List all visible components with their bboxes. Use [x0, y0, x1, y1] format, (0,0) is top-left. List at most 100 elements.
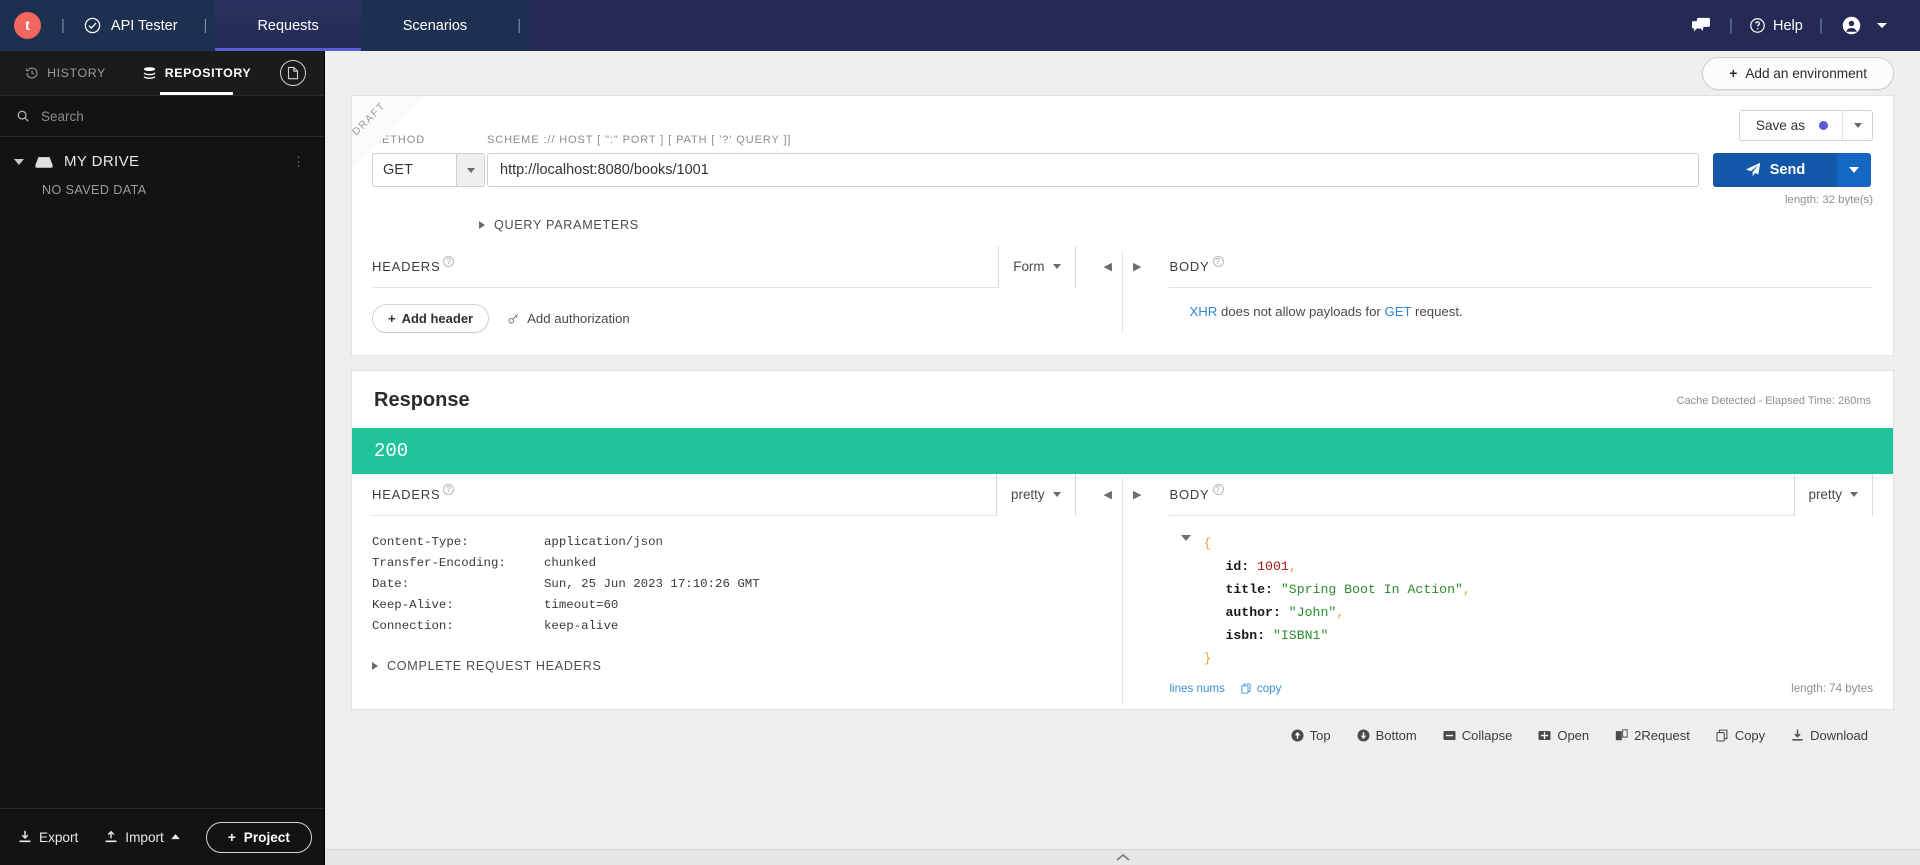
help-tooltip-icon[interactable]: ? — [443, 484, 455, 495]
open-all-button[interactable]: Open — [1538, 728, 1589, 743]
plus-square-icon — [1538, 729, 1551, 742]
json-value: "ISBN1" — [1272, 628, 1329, 643]
get-method-link[interactable]: GET — [1384, 304, 1411, 319]
sidebar-tab-repository-label: REPOSITORY — [164, 66, 252, 80]
collapse-right-icon[interactable]: ▶ — [1123, 260, 1151, 273]
send-button[interactable]: Send — [1713, 153, 1871, 187]
response-body-format-select[interactable]: pretty — [1793, 473, 1873, 516]
arrow-up-circle-icon — [1291, 729, 1304, 742]
drive-icon — [35, 155, 53, 169]
main-content: + Add an environment DRAFT Save as METHO… — [325, 51, 1920, 865]
tab-scenarios[interactable]: Scenarios — [360, 0, 510, 51]
chat-bubbles-icon[interactable] — [1675, 0, 1727, 51]
lines-nums-button[interactable]: lines nums — [1169, 682, 1224, 695]
sidebar-tab-document[interactable] — [262, 51, 324, 95]
xhr-link[interactable]: XHR — [1189, 304, 1217, 319]
help-tooltip-icon[interactable]: ? — [1212, 256, 1224, 267]
add-header-button[interactable]: + Add header — [372, 304, 490, 333]
xhr-note-suffix: request. — [1411, 304, 1463, 319]
tab-requests[interactable]: Requests — [215, 0, 361, 51]
add-environment-button[interactable]: + Add an environment — [1702, 56, 1894, 90]
no-saved-data-label: NO SAVED DATA — [42, 183, 147, 197]
upload-icon — [104, 830, 118, 844]
json-value: "John" — [1288, 605, 1337, 620]
collapse-right-icon[interactable]: ▶ — [1123, 488, 1151, 501]
nav-divider-2: | — [1818, 16, 1823, 34]
table-row: Date: Sun, 25 Jun 2023 17:10:26 GMT — [372, 574, 1076, 595]
search-input[interactable] — [41, 108, 308, 124]
send-label: Send — [1769, 162, 1806, 178]
drive-more-options-icon[interactable]: ⋮ — [292, 154, 306, 170]
response-status-code: 200 — [374, 440, 409, 462]
json-key: id: — [1225, 559, 1250, 574]
account-chevron-down-icon[interactable] — [1870, 0, 1894, 51]
header-key: Transfer-Encoding: — [372, 556, 506, 570]
arrow-down-circle-icon — [1357, 729, 1370, 742]
request-body-title-group: BODY ? — [1169, 256, 1224, 274]
export-button[interactable]: Export — [18, 830, 78, 845]
download-response-button[interactable]: Download — [1791, 728, 1868, 743]
send-button-main[interactable]: Send — [1713, 153, 1837, 187]
save-as-dropdown-toggle[interactable] — [1842, 111, 1872, 140]
method-dropdown-arrow[interactable] — [456, 154, 484, 186]
paper-plane-icon — [1745, 162, 1761, 178]
url-hint-label: SCHEME :// HOST [ ":" PORT ] [ PATH [ '?… — [487, 134, 792, 146]
url-length-note: length: 32 byte(s) — [1784, 194, 1873, 206]
complete-request-headers-toggle[interactable]: COMPLETE REQUEST HEADERS — [372, 637, 1076, 689]
help-button[interactable]: Help — [1735, 17, 1817, 34]
import-label: Import — [125, 829, 164, 845]
sidebar-tab-history[interactable]: HISTORY — [0, 51, 131, 95]
to-request-button[interactable]: 2Request — [1615, 728, 1690, 743]
caret-up-icon — [171, 834, 180, 840]
database-stack-icon — [142, 66, 157, 81]
request-body-title: BODY — [1169, 259, 1210, 274]
collapse-all-button[interactable]: Collapse — [1443, 728, 1512, 743]
tab-requests-label: Requests — [257, 17, 319, 34]
user-avatar-icon[interactable] — [1825, 0, 1870, 51]
response-headers-format-value: pretty — [1011, 487, 1045, 502]
json-collapse-toggle[interactable] — [1181, 535, 1192, 541]
sidebar-item-my-drive[interactable]: MY DRIVE ⋮ — [0, 137, 324, 170]
scroll-bottom-button[interactable]: Bottom — [1357, 728, 1417, 743]
add-authorization-button[interactable]: Add authorization — [507, 311, 630, 326]
import-button[interactable]: Import — [104, 830, 180, 845]
help-tooltip-icon[interactable]: ? — [1212, 484, 1224, 495]
check-circle-icon — [83, 16, 102, 35]
json-key: title: — [1225, 582, 1273, 597]
query-parameters-toggle[interactable]: QUERY PARAMETERS — [352, 206, 1893, 232]
scroll-top-button[interactable]: Top — [1291, 728, 1331, 743]
bottom-collapse-strip[interactable] — [325, 849, 1920, 865]
logo-letter: t — [14, 12, 41, 39]
request-headers-panel-head: HEADERS ? Form — [372, 245, 1076, 288]
header-key: Connection: — [372, 619, 454, 633]
response-panels-row: HEADERS ? pretty Content-Type: applicati… — [352, 473, 1893, 709]
copy-body-button[interactable]: copy — [1241, 682, 1281, 695]
brand-api-tester[interactable]: API Tester — [68, 0, 196, 51]
new-project-button[interactable]: + Project — [205, 821, 312, 853]
response-headers-format-select[interactable]: pretty — [996, 473, 1076, 516]
save-as-button[interactable]: Save as — [1738, 110, 1873, 141]
request-headers-format-value: Form — [1013, 259, 1045, 274]
help-tooltip-icon[interactable]: ? — [443, 256, 455, 267]
response-headers-table: Content-Type: application/json Transfer-… — [372, 516, 1076, 637]
copy-response-button[interactable]: Copy — [1716, 728, 1765, 743]
send-dropdown-toggle[interactable] — [1837, 153, 1871, 187]
collapse-left-icon[interactable]: ◀ — [1094, 488, 1122, 501]
collapse-left-icon[interactable]: ◀ — [1094, 260, 1122, 273]
chevron-down-icon — [1052, 492, 1061, 497]
request-headers-format-select[interactable]: Form — [998, 245, 1076, 288]
method-value: GET — [383, 162, 413, 178]
table-row: Connection: keep-alive — [372, 616, 1076, 637]
save-as-label: Save as — [1755, 118, 1805, 133]
brand-divider: | — [195, 0, 216, 51]
sidebar-tab-repository[interactable]: REPOSITORY — [131, 51, 262, 95]
json-value: 1001 — [1257, 559, 1289, 574]
request-panel-collapse-right: ▶ — [1123, 246, 1151, 337]
method-select[interactable]: GET — [372, 153, 485, 187]
app-logo[interactable]: t — [0, 0, 57, 51]
plus-icon: + — [1729, 65, 1738, 81]
json-line: isbn: "ISBN1" — [1203, 624, 1873, 647]
url-input[interactable] — [487, 153, 1699, 187]
chevron-up-icon — [1115, 854, 1130, 861]
